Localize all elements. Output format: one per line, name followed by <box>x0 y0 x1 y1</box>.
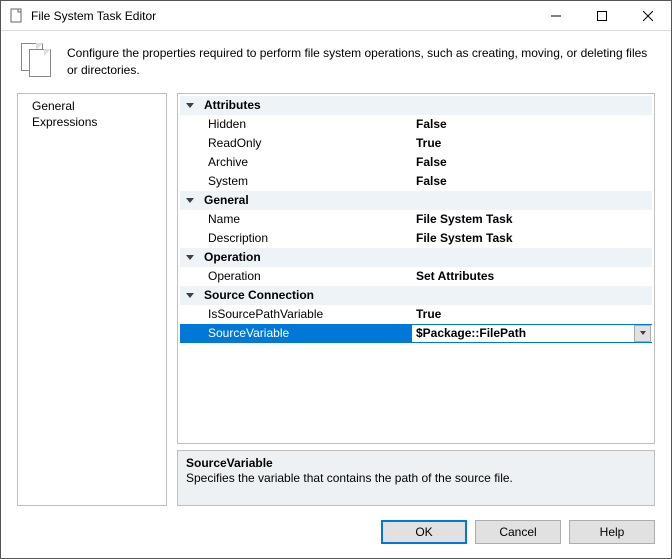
chevron-down-icon <box>186 293 194 298</box>
nav-item-expressions[interactable]: Expressions <box>18 114 166 130</box>
window: File System Task Editor Configure the pr… <box>0 0 672 559</box>
maximize-button[interactable] <box>579 1 625 31</box>
prop-name: Name <box>200 212 412 226</box>
prop-readonly[interactable]: ReadOnly True <box>180 134 652 153</box>
prop-system[interactable]: System False <box>180 172 652 191</box>
titlebar: File System Task Editor <box>1 1 671 31</box>
right-column: Attributes Hidden False ReadOnly True <box>177 93 655 506</box>
prop-sourcevariable[interactable]: SourceVariable $Package::FilePath <box>180 324 652 343</box>
button-row: OK Cancel Help <box>1 506 671 558</box>
nav-item-general[interactable]: General <box>18 98 166 114</box>
description-pane: SourceVariable Specifies the variable th… <box>177 450 655 506</box>
prop-issourcepathvariable[interactable]: IsSourcePathVariable True <box>180 305 652 324</box>
prop-name: Description <box>200 231 412 245</box>
nav-pane: General Expressions <box>17 93 167 506</box>
body: General Expressions Attributes Hidden Fa… <box>1 93 671 506</box>
chevron-down-icon <box>186 103 194 108</box>
help-button[interactable]: Help <box>569 520 655 544</box>
prop-name-field[interactable]: Name File System Task <box>180 210 652 229</box>
description-title: SourceVariable <box>186 456 646 470</box>
close-button[interactable] <box>625 1 671 31</box>
header-area: Configure the properties required to per… <box>1 31 671 93</box>
minimize-button[interactable] <box>533 1 579 31</box>
prop-name: IsSourcePathVariable <box>200 307 412 321</box>
header-description: Configure the properties required to per… <box>67 43 655 79</box>
prop-value[interactable]: File System Task <box>412 212 652 226</box>
prop-value[interactable]: $Package::FilePath <box>412 325 652 342</box>
prop-value[interactable]: Set Attributes <box>412 269 652 283</box>
description-text: Specifies the variable that contains the… <box>186 471 646 485</box>
prop-name: System <box>200 174 412 188</box>
category-general[interactable]: General <box>180 191 652 210</box>
prop-description[interactable]: Description File System Task <box>180 229 652 248</box>
category-attributes[interactable]: Attributes <box>180 96 652 115</box>
category-operation[interactable]: Operation <box>180 248 652 267</box>
dropdown-button[interactable] <box>634 325 651 342</box>
prop-name: ReadOnly <box>200 136 412 150</box>
prop-name: Archive <box>200 155 412 169</box>
chevron-down-icon <box>186 255 194 260</box>
category-source-connection[interactable]: Source Connection <box>180 286 652 305</box>
window-title: File System Task Editor <box>31 9 156 23</box>
prop-value[interactable]: False <box>412 117 652 131</box>
prop-value[interactable]: True <box>412 136 652 150</box>
ok-button[interactable]: OK <box>381 520 467 544</box>
task-icon <box>21 43 55 77</box>
prop-hidden[interactable]: Hidden False <box>180 115 652 134</box>
prop-value[interactable]: False <box>412 155 652 169</box>
prop-name: Operation <box>200 269 412 283</box>
chevron-down-icon <box>640 331 646 335</box>
prop-archive[interactable]: Archive False <box>180 153 652 172</box>
prop-name: SourceVariable <box>200 326 412 340</box>
cancel-button[interactable]: Cancel <box>475 520 561 544</box>
prop-value[interactable]: False <box>412 174 652 188</box>
prop-value[interactable]: File System Task <box>412 231 652 245</box>
prop-operation[interactable]: Operation Set Attributes <box>180 267 652 286</box>
chevron-down-icon <box>186 198 194 203</box>
prop-value[interactable]: True <box>412 307 652 321</box>
app-icon <box>9 8 25 24</box>
prop-name: Hidden <box>200 117 412 131</box>
property-grid: Attributes Hidden False ReadOnly True <box>177 93 655 444</box>
